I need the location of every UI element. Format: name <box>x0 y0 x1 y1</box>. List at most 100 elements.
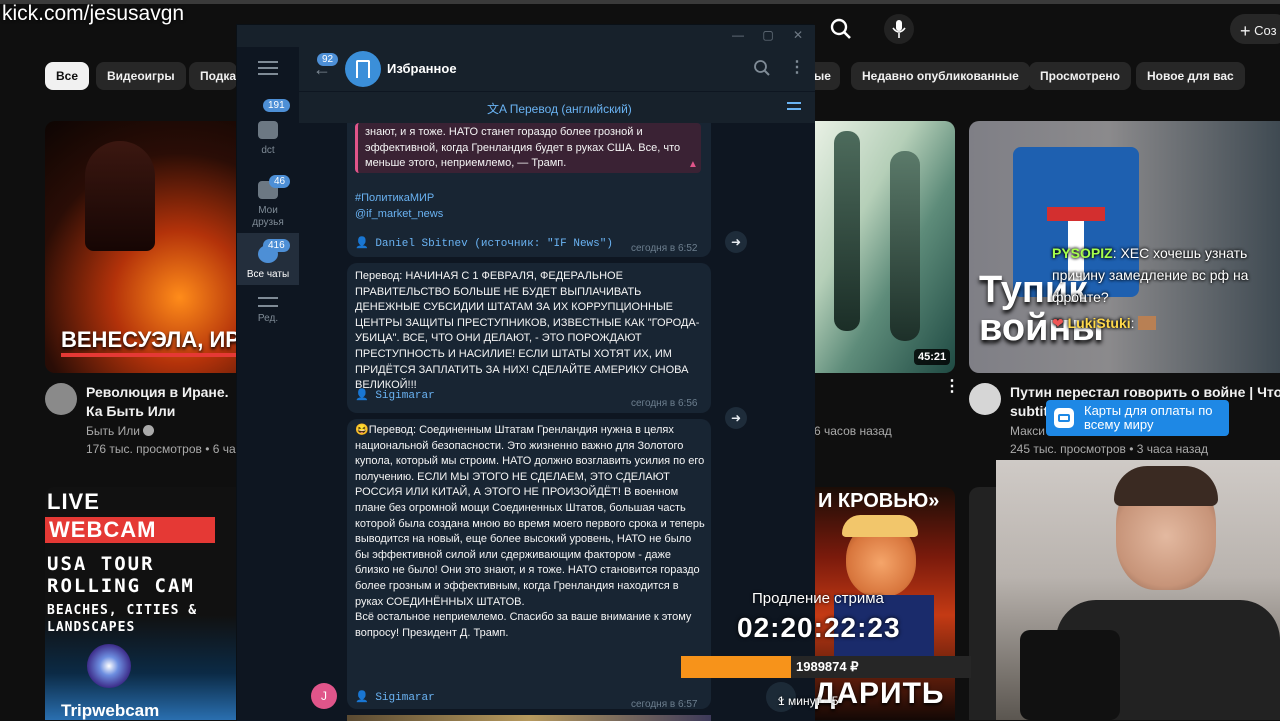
message-author[interactable]: 👤 Sigimarar <box>355 389 435 405</box>
create-button[interactable]: + Соз <box>1230 14 1280 44</box>
mention-link[interactable]: @if_market_news <box>355 207 443 223</box>
message-bubble[interactable]: знают, и я тоже. НАТО станет гораздо бол… <box>347 123 711 257</box>
search-icon[interactable] <box>753 59 771 82</box>
edit-folders-icon <box>258 297 278 307</box>
chat-header: ← 92 Избранное ⋮ <box>299 47 815 91</box>
tripwebcam-label: Tripwebcam <box>61 701 160 720</box>
chip-new-for-you[interactable]: Новое для вас <box>1136 62 1245 90</box>
user-icon: 👤 <box>355 238 369 250</box>
video-title-line2: subtit <box>1010 403 1049 419</box>
chip-recently-uploaded[interactable]: Недавно опубликованные <box>851 62 1030 90</box>
forward-icon[interactable]: ➜ <box>725 231 747 253</box>
chip-podcasts[interactable]: Подка <box>189 62 237 90</box>
ad-banner[interactable]: Карты для оплаты по всему миру <box>1046 400 1229 436</box>
telegram-window: — ▢ ✕ dct 191 Мои друзья 46 Все чаты 416… <box>236 24 815 721</box>
mic-icon[interactable] <box>884 14 914 44</box>
verified-icon <box>143 425 155 436</box>
unread-badge: 46 <box>269 175 291 188</box>
unread-badge: 416 <box>263 239 290 252</box>
thumbnail-spire <box>890 151 920 341</box>
video-meta: 245 тыс. просмотров • 3 часа назад <box>1010 442 1209 456</box>
top-bar-strip <box>0 0 1280 4</box>
channel-name[interactable]: Быть Или <box>86 424 155 438</box>
thumbnail-underline <box>61 353 237 357</box>
video-title[interactable]: Революция в Иране. Ка Быть Или <box>86 383 236 423</box>
search-icon[interactable] <box>828 16 854 42</box>
unread-badge: 191 <box>263 99 290 112</box>
road-sign-bar <box>1047 207 1105 221</box>
ad-text: Карты для оплаты по всему миру <box>1084 403 1213 432</box>
message-author[interactable]: 👤 Daniel Sbitnev (источник: "IF News") <box>355 237 613 253</box>
plus-icon: + <box>1240 21 1251 41</box>
translate-icon: 文A <box>487 102 507 116</box>
video-thumbnail[interactable]: ВЕНЕСУЭЛА, ИР <box>45 121 237 373</box>
message-time: сегодня в 6:56 <box>631 398 698 409</box>
forwarded-quote: знают, и я тоже. НАТО станет гораздо бол… <box>355 123 701 173</box>
chip-watched[interactable]: Просмотрено <box>1029 62 1132 90</box>
rolling-cam-label: ROLLING CAM <box>47 575 195 597</box>
usa-tour-label: USA TOUR <box>47 553 155 575</box>
close-icon[interactable]: ✕ <box>791 28 805 42</box>
minimize-icon[interactable]: — <box>731 28 745 42</box>
video-meta: 176 тыс. просмотров • 6 ча <box>86 442 236 456</box>
chip-videogames[interactable]: Видеоигры <box>96 62 186 90</box>
channel-avatar[interactable] <box>45 383 77 415</box>
message-bubble[interactable]: Перевод: НАЧИНАЯ С 1 ФЕВРАЛЯ, ФЕДЕРАЛЬНО… <box>347 263 711 413</box>
message-text: 😆Перевод: Соединенным Штатам Гренландия … <box>355 424 705 639</box>
bookmark-icon <box>356 60 370 78</box>
chip-all[interactable]: Все <box>45 62 90 90</box>
chat-username: LukiStuki <box>1067 315 1131 331</box>
thumbnail-spire <box>834 131 860 331</box>
stream-timer: 02:20:22:23 <box>737 612 901 643</box>
thumbnail-caption: И КРОВЬЮ» <box>818 490 940 512</box>
streamer-hair <box>1114 466 1218 506</box>
donation-amount: 1989874 ₽ <box>796 659 859 674</box>
channel-avatar[interactable] <box>969 383 1001 415</box>
duration-badge: 45:21 <box>914 349 951 365</box>
forward-icon[interactable]: ➜ <box>725 407 747 429</box>
stream-chat-message: ❤ LukiStuki: <box>1052 312 1157 334</box>
folder-my-friends[interactable]: Мои друзья 46 <box>237 175 299 237</box>
thumbnail-figure <box>85 141 155 251</box>
video-thumbnail[interactable]: 45:21 <box>814 121 955 373</box>
more-icon[interactable]: ⋮ <box>944 379 960 400</box>
saved-messages-avatar[interactable] <box>345 51 381 87</box>
menu-icon[interactable] <box>258 61 278 75</box>
thumbnail-hair <box>842 515 918 537</box>
translate-settings-icon[interactable] <box>787 100 801 114</box>
stream-extension-label: Продление стрима <box>752 590 884 607</box>
bottom-timer-text: 1 минут - 5 <box>778 694 839 708</box>
back-counter: 92 <box>317 53 339 66</box>
folder-edit[interactable]: Ред. <box>237 297 299 337</box>
window-titlebar: — ▢ ✕ <box>237 25 815 47</box>
folder-icon <box>258 121 278 139</box>
beaches-label: BEACHES, CITIES & <box>47 603 198 618</box>
chat-title[interactable]: Избранное <box>387 61 457 76</box>
video-thumbnail[interactable]: LIVE WEBCAM USA TOUR ROLLING CAM BEACHES… <box>45 487 237 720</box>
translate-label[interactable]: 文A Перевод (английский) <box>487 100 632 117</box>
video-thumbnail[interactable] <box>969 487 999 720</box>
folder-dct[interactable]: dct 191 <box>237 99 299 161</box>
translate-bar[interactable]: 文A Перевод (английский) <box>299 91 815 123</box>
card-icon <box>1054 408 1074 428</box>
video-meta: 6 часов назад <box>814 424 892 438</box>
sender-avatar[interactable]: J <box>311 683 337 709</box>
chat-username: PYSOPIZ <box>1052 245 1113 261</box>
channel-name[interactable]: Макси <box>1010 424 1045 438</box>
more-icon[interactable]: ⋮ <box>789 57 805 77</box>
maximize-icon[interactable]: ▢ <box>761 28 775 42</box>
emote-icon <box>1138 316 1157 330</box>
thumbnail-caption: ВЕНЕСУЭЛА, ИР <box>61 327 237 352</box>
message-bubble[interactable]: 😆Перевод: Соединенным Штатам Гренландия … <box>347 419 711 710</box>
hashtag-link[interactable]: #ПолитикаМИР <box>355 191 434 207</box>
folder-all-chats[interactable]: Все чаты 416 <box>237 233 299 285</box>
image-message[interactable] <box>347 715 711 721</box>
channel-url: kick.com/jesusavgn <box>2 2 185 25</box>
webcam-feed <box>996 460 1280 720</box>
message-time: сегодня в 6:52 <box>631 243 698 254</box>
globe-icon <box>87 644 131 688</box>
microphone <box>1020 630 1120 720</box>
message-author[interactable]: 👤 Sigimarar <box>355 691 435 707</box>
user-icon: 👤 <box>355 390 369 402</box>
collapse-icon[interactable]: ▲ <box>688 157 698 173</box>
